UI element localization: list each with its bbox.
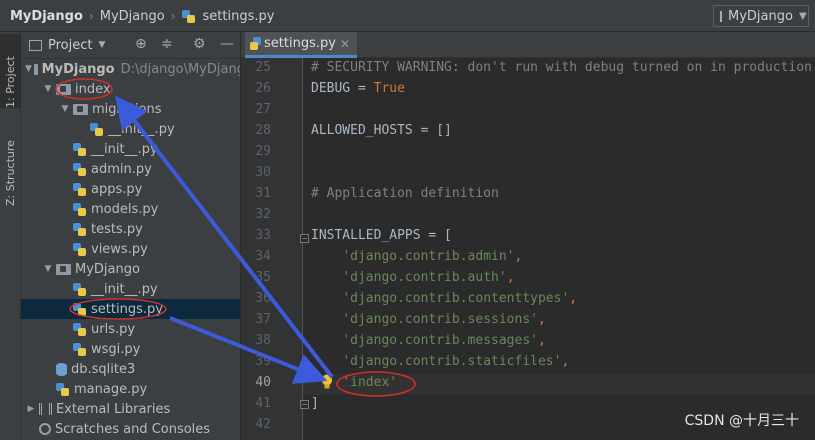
arrow-to-index-folder [115, 95, 334, 379]
arrow-from-settings [169, 316, 328, 384]
highlight-ellipse-index-string [336, 371, 416, 397]
annotation-overlay [55, 78, 416, 397]
highlight-ellipse-index [55, 78, 113, 100]
highlight-ellipse-settings [69, 298, 167, 320]
